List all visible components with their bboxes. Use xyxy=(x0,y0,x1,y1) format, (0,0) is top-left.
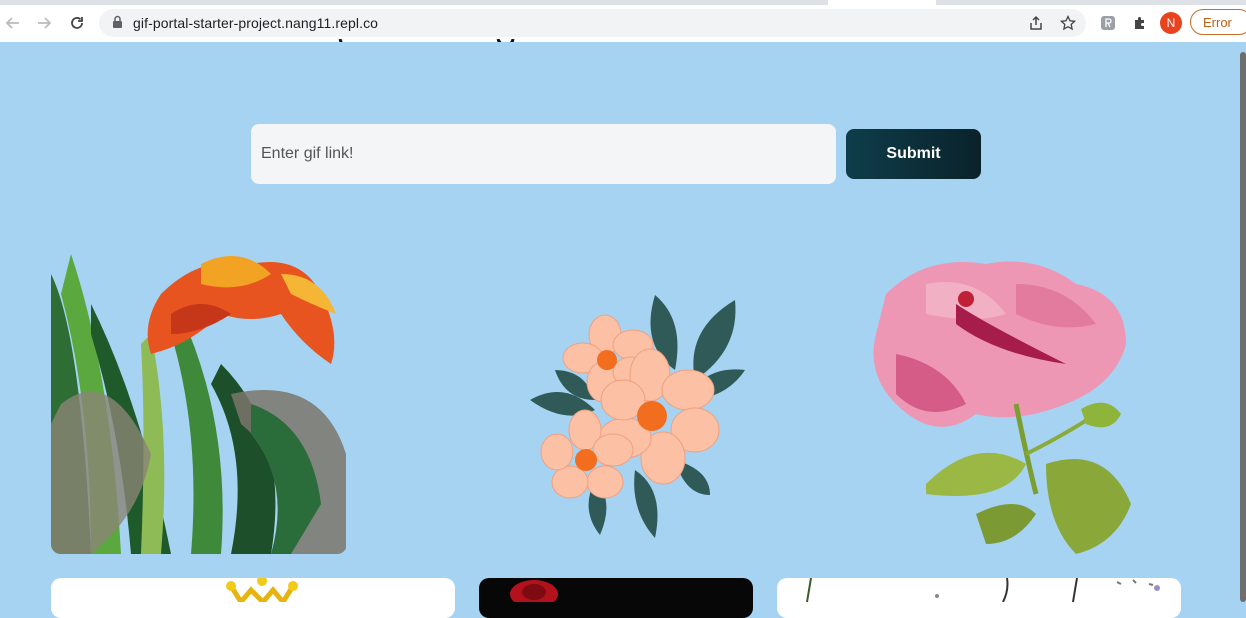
arrow-right-icon xyxy=(38,17,52,29)
gif-link-input[interactable] xyxy=(251,124,836,184)
reload-icon xyxy=(71,17,83,29)
profile-avatar[interactable]: N xyxy=(1160,12,1182,34)
arrow-left-icon xyxy=(5,17,19,29)
gif-item-sketch-flowers xyxy=(777,578,1181,618)
extensions-button[interactable] xyxy=(1129,12,1151,34)
lily-illustration xyxy=(51,254,347,554)
replit-extension-button[interactable] xyxy=(1097,12,1119,34)
update-error-button[interactable]: Error xyxy=(1190,9,1246,35)
tab-strip xyxy=(0,0,1246,5)
share-icon xyxy=(1030,15,1042,30)
hibiscus-illustration xyxy=(873,261,1131,554)
back-button[interactable] xyxy=(1,11,25,35)
forward-button[interactable] xyxy=(32,11,56,35)
gif-item-hibiscus xyxy=(866,254,1134,554)
puzzle-icon xyxy=(1135,17,1144,29)
browser-toolbar: gif-portal-starter-project.nang11.repl.c… xyxy=(0,0,1246,42)
reload-button[interactable] xyxy=(65,11,89,35)
star-icon xyxy=(1060,15,1076,31)
rose-illustration xyxy=(510,580,558,608)
submit-button[interactable]: Submit xyxy=(846,129,981,179)
gif-item-crown xyxy=(51,578,455,618)
scrollbar-thumb[interactable] xyxy=(1240,52,1246,602)
bouquet-illustration xyxy=(530,295,745,538)
page-title-cropped xyxy=(330,20,530,42)
crown-illustration xyxy=(226,578,298,607)
share-button[interactable] xyxy=(1025,12,1047,34)
gif-item-bouquet xyxy=(525,290,747,540)
gif-item-lily xyxy=(51,254,347,554)
lock-icon xyxy=(113,15,122,28)
cropped-heading-glyphs xyxy=(338,38,515,42)
sketch-flowers-illustration xyxy=(806,578,1160,603)
bookmark-button[interactable] xyxy=(1057,12,1079,34)
gif-item-rose xyxy=(479,578,753,618)
active-tab[interactable] xyxy=(828,0,936,5)
replit-extension-icon xyxy=(1101,16,1115,30)
